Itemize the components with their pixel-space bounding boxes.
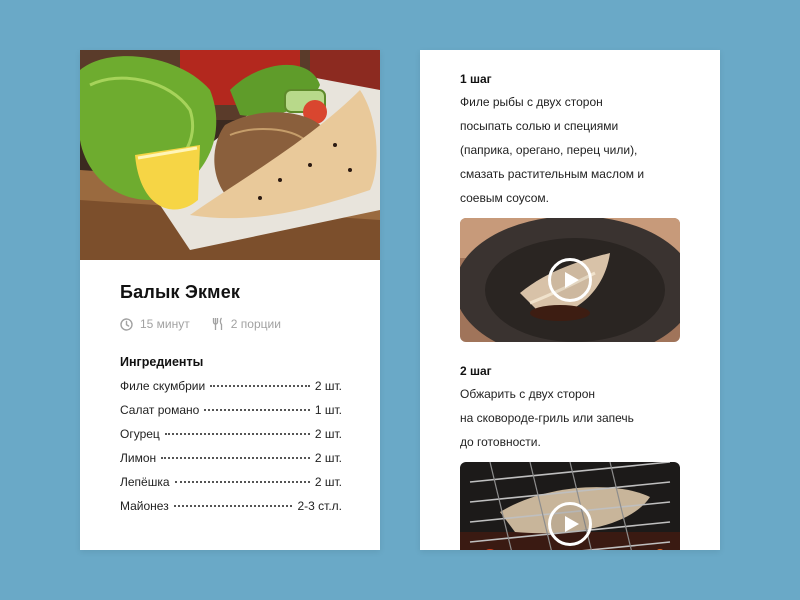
dot-leader: [204, 409, 310, 411]
ingredient-name: Майонез: [120, 499, 169, 513]
step-text-line: смазать растительным маслом и: [460, 167, 645, 181]
ingredient-name: Лепёшка: [120, 475, 170, 489]
steps-card: 1 шаг Филе рыбы с двух сторон посыпать с…: [420, 50, 720, 550]
servings-label: 2 порции: [230, 317, 281, 331]
ingredient-qty: 2 шт.: [314, 475, 342, 489]
step-text-line: (паприка, орегано, перец чили),: [460, 143, 638, 157]
dot-leader: [173, 505, 293, 507]
recipe-title: Балык Экмек: [120, 282, 241, 302]
ingredients-heading: Ингредиенты: [120, 355, 204, 369]
dot-leader: [210, 385, 310, 387]
step-1-video[interactable]: [460, 218, 680, 342]
ingredient-qty: 2 шт.: [314, 427, 342, 441]
steps-list: 1 шаг Филе рыбы с двух сторон посыпать с…: [460, 72, 682, 550]
servings: 2 порции: [212, 317, 281, 331]
step-text-line: Филе рыбы с двух сторон: [460, 95, 603, 109]
step-description: Обжарить с двух сторон на сковороде-грил…: [460, 382, 682, 454]
dot-leader: [174, 481, 310, 483]
ingredient-row: Салат романо 1 шт.: [120, 403, 342, 427]
step-label: 2 шаг: [460, 364, 492, 378]
dish-photo: [80, 50, 380, 260]
recipe-card: Балык Экмек 15 минут 2 порции Ингредиент…: [80, 50, 380, 550]
cook-time: 15 минут: [120, 317, 190, 331]
play-icon: [564, 516, 579, 532]
step-text-line: соевым соусом.: [460, 191, 549, 205]
ingredient-name: Филе скумбрии: [120, 379, 206, 393]
step-text-line: до готовности.: [460, 435, 541, 449]
ingredient-name: Лимон: [120, 451, 157, 465]
clock-icon: [120, 317, 133, 331]
dot-leader: [164, 433, 310, 435]
play-button[interactable]: [548, 258, 592, 302]
ingredient-name: Салат романо: [120, 403, 200, 417]
step-description: Филе рыбы с двух сторон посыпать солью и…: [460, 90, 682, 210]
fork-knife-icon: [212, 317, 222, 330]
ingredient-row: Филе скумбрии 2 шт.: [120, 379, 342, 403]
step-label: 1 шаг: [460, 72, 492, 86]
step-2-video[interactable]: [460, 462, 680, 550]
ingredient-row: Лимон 2 шт.: [120, 451, 342, 475]
recipe-meta: 15 минут 2 порции: [120, 317, 342, 331]
step-text-line: посыпать солью и специями: [460, 119, 619, 133]
step-text-line: на сковороде-гриль или запечь: [460, 411, 634, 425]
ingredient-qty: 2-3 ст.л.: [297, 499, 342, 513]
ingredient-row: Майонез 2-3 ст.л.: [120, 499, 342, 523]
ingredient-row: Огурец 2 шт.: [120, 427, 342, 451]
step-2: 2 шаг Обжарить с двух сторон на сковород…: [460, 364, 682, 550]
step-text-line: Обжарить с двух сторон: [460, 387, 596, 401]
play-button[interactable]: [548, 502, 592, 546]
ingredients-list: Филе скумбрии 2 шт. Салат романо 1 шт. О…: [120, 379, 342, 523]
ingredient-name: Огурец: [120, 427, 160, 441]
step-1: 1 шаг Филе рыбы с двух сторон посыпать с…: [460, 72, 682, 342]
ingredient-qty: 1 шт.: [314, 403, 342, 417]
ingredient-qty: 2 шт.: [314, 451, 342, 465]
dot-leader: [161, 457, 310, 459]
ingredient-qty: 2 шт.: [314, 379, 342, 393]
play-icon: [564, 272, 579, 288]
ingredient-row: Лепёшка 2 шт.: [120, 475, 342, 499]
cook-time-label: 15 минут: [140, 317, 190, 331]
